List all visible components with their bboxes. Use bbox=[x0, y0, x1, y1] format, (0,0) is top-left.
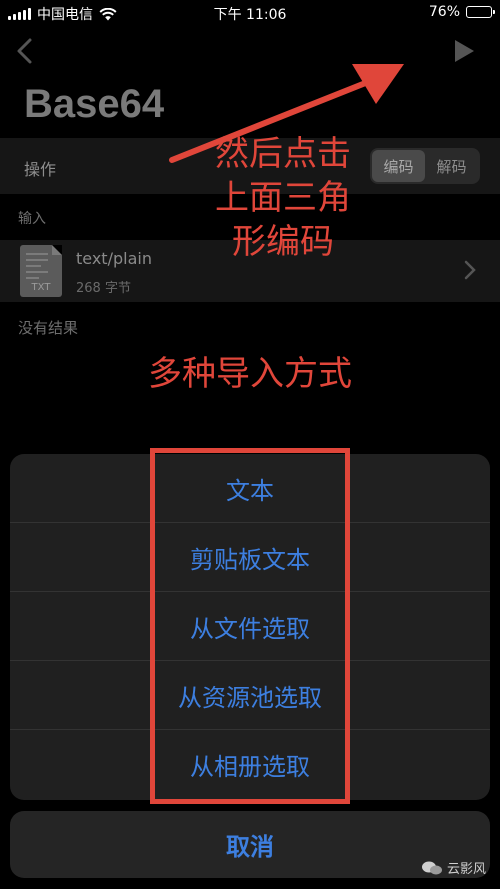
encode-decode-segmented-control: 编码 解码 bbox=[370, 148, 480, 184]
cancel-button[interactable]: 取消 bbox=[10, 811, 490, 878]
run-triangle-icon[interactable] bbox=[452, 38, 476, 64]
watermark: 云影风 bbox=[421, 858, 486, 877]
result-placeholder: 没有结果 bbox=[18, 319, 79, 337]
action-clipboard-text[interactable]: 剪贴板文本 bbox=[10, 523, 490, 592]
chevron-right-icon bbox=[464, 260, 476, 280]
file-extension: TXT bbox=[31, 282, 51, 293]
annotation-tap-triangle: 然后点击 上面三角 形编码 bbox=[198, 132, 368, 264]
action-from-resource-pool[interactable]: 从资源池选取 bbox=[10, 661, 490, 730]
text-file-icon: TXT bbox=[20, 245, 62, 297]
annotation-line: 形编码 bbox=[232, 222, 334, 262]
action-text[interactable]: 文本 bbox=[10, 454, 490, 523]
status-time: 下午 11:06 bbox=[213, 7, 287, 23]
battery-icon bbox=[466, 6, 495, 18]
import-action-sheet: 文本 剪贴板文本 从文件选取 从资源池选取 从相册选取 bbox=[10, 454, 490, 800]
annotation-line: 然后点击 bbox=[215, 134, 351, 174]
annotation-line: 上面三角 bbox=[215, 178, 351, 218]
annotation-import-methods: 多种导入方式 bbox=[148, 354, 352, 394]
file-type: text/plain bbox=[76, 249, 152, 268]
file-size: 268 字节 bbox=[76, 281, 131, 296]
segment-encode[interactable]: 编码 bbox=[372, 150, 425, 182]
status-right: 76% bbox=[428, 4, 495, 20]
watermark-text: 云影风 bbox=[446, 862, 486, 877]
page-title: Base64 bbox=[24, 82, 165, 126]
action-from-photo-album[interactable]: 从相册选取 bbox=[10, 730, 490, 799]
operations-label: 操作 bbox=[24, 160, 57, 179]
battery-percent: 76% bbox=[428, 4, 460, 20]
segment-decode[interactable]: 解码 bbox=[425, 150, 478, 182]
status-bar: 中国电信 下午 11:06 76% bbox=[0, 0, 500, 26]
action-from-file[interactable]: 从文件选取 bbox=[10, 592, 490, 661]
input-section-label: 输入 bbox=[18, 211, 46, 227]
wechat-icon bbox=[421, 861, 442, 874]
back-chevron-icon[interactable] bbox=[12, 36, 38, 66]
